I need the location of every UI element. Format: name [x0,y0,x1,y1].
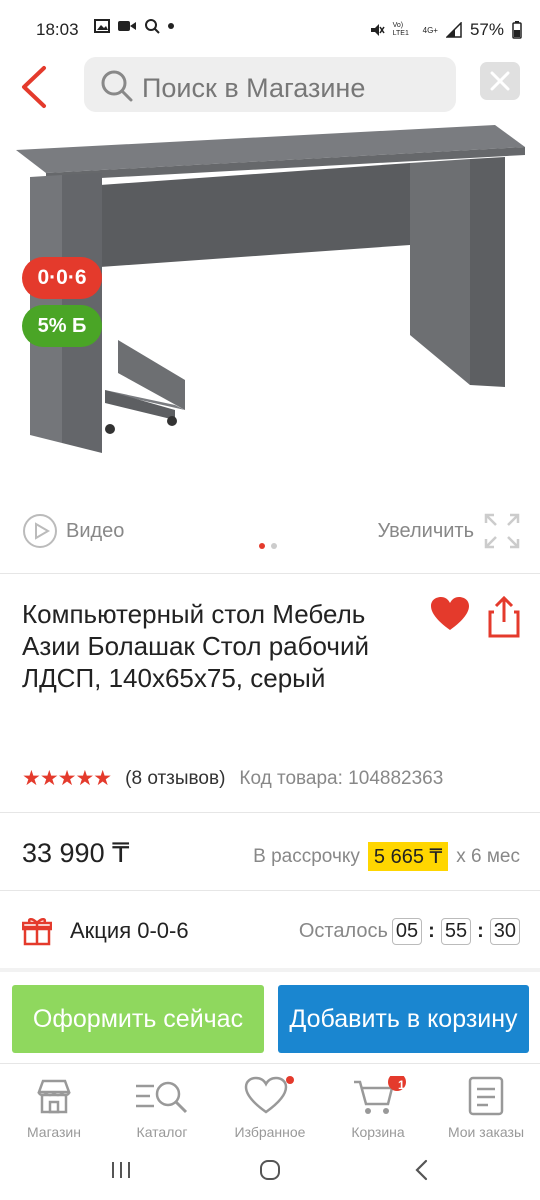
nav-orders[interactable]: Мои заказы [432,1076,540,1140]
chevron-left-icon [22,66,46,108]
add-to-cart-button[interactable]: Добавить в корзину [278,985,529,1053]
video-icon [118,21,136,31]
search-input[interactable]: Поиск в Магазине [84,57,456,112]
installment-info[interactable]: В рассрочку 5 665 ₸ x 6 мес [253,842,520,871]
home-icon[interactable] [258,1158,282,1182]
battery-icon [512,21,522,39]
cashback-badge: 5% Б [22,305,102,347]
back-button[interactable] [16,62,56,112]
carousel-dot-active[interactable] [259,543,265,549]
gift-icon [22,918,52,946]
close-icon [490,71,510,91]
zoom-label: Увеличить [377,519,474,542]
installment-prefix: В рассрочку [253,845,360,867]
carousel-dots [259,543,277,549]
nav-cart[interactable]: 1 Корзина [324,1076,432,1140]
timer-label: Осталось [298,920,388,942]
gallery-icon [94,19,110,33]
reviews-link[interactable]: (8 отзывов) [125,768,225,790]
heart-icon [431,597,469,630]
nav-shop[interactable]: Магазин [0,1076,108,1140]
installment-amount: 5 665 ₸ [367,842,449,871]
product-title: Компьютерный стол Мебель Азии Болашак Ст… [22,599,370,693]
favorite-button[interactable] [430,596,470,637]
installment-suffix: x 6 мес [456,845,520,867]
rating-stars[interactable]: ★★★★★ [22,766,112,791]
search-placeholder: Поиск в Магазине [142,73,366,103]
product-code: Код товара: 104882363 [239,767,444,789]
bottom-nav: Магазин Каталог Избранное 1 Корзина Мои … [0,1063,540,1148]
status-time: 18:03 [36,20,79,39]
search-status-icon [145,19,160,34]
product-price: 33 990 ₸ [22,838,130,868]
rating-row: ★★★★★ (8 отзывов) Код товара: 104882363 [22,766,443,791]
video-label: Видео [66,519,125,542]
divider [0,968,540,972]
signal-icon [445,22,462,38]
carousel-dot[interactable] [271,543,277,549]
zoom-button[interactable]: Увеличить [378,513,520,549]
video-button[interactable]: Видео [22,513,124,549]
nav-shop-label: Магазин [26,1124,81,1140]
nav-cart-label: Корзина [351,1124,405,1140]
orders-icon [468,1076,504,1116]
back-nav-icon[interactable] [412,1158,432,1182]
battery-label: 57% [469,20,504,39]
expand-icon [484,513,520,549]
divider [0,573,540,574]
timer-minutes: 55 [440,918,472,945]
search-icon [101,70,133,102]
system-nav-bar [0,1147,540,1200]
network-label: 4G+ [422,25,438,35]
clear-search-button[interactable] [480,62,520,100]
promo-row[interactable]: Акция 0-0-6 [22,916,189,946]
status-icons-right: Vo) LTE1 4G+ 57% [369,20,522,40]
play-icon [23,514,57,548]
catalog-search-icon [136,1081,188,1114]
buy-now-button[interactable]: Оформить сейчас [12,985,264,1053]
nav-favorites[interactable]: Избранное [216,1076,324,1140]
nav-orders-label: Мои заказы [447,1124,525,1140]
mute-icon [370,24,385,36]
divider [0,890,540,891]
nav-favorites-label: Избранное [234,1124,306,1140]
cart-badge: 1 [398,1078,405,1092]
heart-outline-icon [244,1076,294,1114]
divider [0,812,540,813]
share-icon [488,595,520,638]
nav-catalog[interactable]: Каталог [108,1076,216,1140]
share-button[interactable] [486,595,522,643]
timer-seconds: 30 [489,918,520,945]
timer-hours: 05 [391,918,423,945]
recent-apps-icon[interactable] [110,1159,132,1181]
status-bar: 18:03 Vo) LTE1 4G+ 57% [0,0,540,60]
nav-catalog-label: Каталог [136,1124,188,1140]
promo-label: Акция 0-0-6 [70,918,189,943]
installment-badge: 0·0·6 [22,257,102,299]
volte-label: Vo) LTE1 [392,22,409,37]
status-icons-left [94,18,174,34]
dot-icon [168,23,174,29]
promo-timer: Осталось 05 : 55 : 30 [299,918,520,945]
shop-icon [37,1079,71,1114]
